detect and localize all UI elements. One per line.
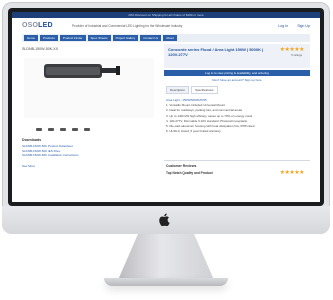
tab-description[interactable]: Description xyxy=(166,86,190,94)
signup-account-link[interactable]: Don't have an account? Sign up here xyxy=(164,78,310,82)
thumbnail[interactable] xyxy=(60,128,66,131)
nav-tab-project-gallery[interactable]: Project Gallery xyxy=(112,35,139,41)
logo-text-part2: LED xyxy=(38,22,53,29)
nav-tab-home[interactable]: Home xyxy=(24,35,39,41)
imac-monitor: 20% Discount on Shipping for all Orders … xyxy=(2,2,330,234)
thumbnail[interactable] xyxy=(72,128,78,131)
product-image[interactable] xyxy=(24,58,154,118)
product-subtabs: Description Specifications xyxy=(166,86,218,94)
review-stars: ★★★★★ xyxy=(279,170,305,176)
apple-logo-icon xyxy=(159,213,170,226)
thumbnail[interactable] xyxy=(84,128,90,131)
feature-item: 2. Ideal for roadways, parking lots, and… xyxy=(166,108,243,113)
product-summary: Concorde series Flood / Area Light 150W … xyxy=(164,44,310,68)
nav-tab-spec-sheets[interactable]: Spec Sheets xyxy=(87,35,111,41)
header-links: Log In Sign Up xyxy=(270,24,310,28)
monitor-stand xyxy=(118,234,214,280)
nav-tab-contact-us[interactable]: Contact Us xyxy=(140,35,162,41)
see-more-link[interactable]: See More xyxy=(22,164,35,168)
site-logo[interactable]: OSOLED xyxy=(22,22,53,29)
logo-text-part1: OSO xyxy=(22,22,39,29)
monitor-stand-base xyxy=(104,278,228,286)
nav-tab-product-finder[interactable]: Product Finder xyxy=(59,35,86,41)
downloads-list: SLDNB-150W-50K Product Datasheet SLDNB-1… xyxy=(22,144,78,158)
product-title: Concorde series Flood / Area Light 150W … xyxy=(168,47,264,57)
screen-bezel: 20% Discount on Shipping for all Orders … xyxy=(8,8,324,206)
tab-specifications[interactable]: Specifications xyxy=(191,86,218,94)
rating-stars: ★★★★★ xyxy=(279,47,305,53)
feature-list: Area Light - 150W/5000K/IP65 1. Versatil… xyxy=(166,98,254,134)
nav-tab-about[interactable]: About xyxy=(163,35,177,41)
reviews-heading: Customer Reviews xyxy=(166,164,197,168)
product-page: SLDNB-150W-50K-XX Downloads SLDNB-150W-5… xyxy=(12,42,320,192)
download-link[interactable]: SLDNB-150W-50K Product Datasheet xyxy=(22,144,78,149)
login-link[interactable]: Log In xyxy=(278,24,288,28)
product-sku: SLDNB-150W-50K-XX xyxy=(22,47,59,51)
thumbnail[interactable] xyxy=(36,128,42,131)
review-title: Top Notch Quality and Product xyxy=(166,171,213,175)
login-to-view-pricing-button[interactable]: Log in to view pricing & availability, a… xyxy=(164,70,310,76)
area-light-icon xyxy=(44,64,120,78)
customer-reviews: Customer Reviews Top Notch Quality and P… xyxy=(164,160,310,187)
image-thumbnails xyxy=(36,128,90,131)
main-nav: Home Products Product Finder Spec Sheets… xyxy=(22,34,310,42)
site-header: OSOLED Provider of Industrial and Commer… xyxy=(12,18,320,34)
thumbnail[interactable] xyxy=(48,128,54,131)
feature-item: 6. UL/DLC Listed, 5 year limited warrant… xyxy=(166,129,221,134)
rating-count[interactable]: 5 ratings xyxy=(291,53,302,57)
screen: 20% Discount on Shipping for all Orders … xyxy=(12,12,320,202)
site-tagline: Provider of Industrial and Commercial LE… xyxy=(72,24,183,28)
download-link[interactable]: SLDNB-150W-50K Installation Instructions xyxy=(22,153,78,158)
nav-tab-products[interactable]: Products xyxy=(40,35,58,41)
signup-link[interactable]: Sign Up xyxy=(297,24,310,28)
downloads-heading: Downloads xyxy=(22,138,42,142)
